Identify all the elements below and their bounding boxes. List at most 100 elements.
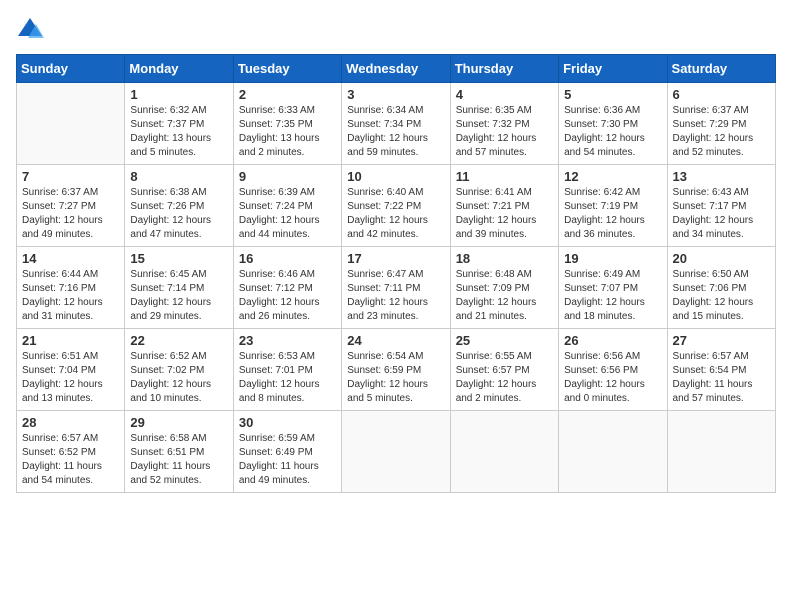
calendar-day-cell: 7 Sunrise: 6:37 AM Sunset: 7:27 PM Daylig… <box>17 165 125 247</box>
page-header <box>16 16 776 44</box>
day-number: 20 <box>673 251 770 266</box>
calendar-day-cell <box>450 411 558 493</box>
calendar-day-cell <box>667 411 775 493</box>
day-number: 26 <box>564 333 661 348</box>
day-info: Sunrise: 6:44 AM Sunset: 7:16 PM Dayligh… <box>22 268 119 324</box>
day-number: 11 <box>456 169 553 184</box>
calendar-day-cell: 24 Sunrise: 6:54 AM Sunset: 6:59 PM Dayli… <box>342 329 450 411</box>
day-info: Sunrise: 6:57 AM Sunset: 6:54 PM Dayligh… <box>673 350 770 406</box>
day-info: Sunrise: 6:32 AM Sunset: 7:37 PM Dayligh… <box>130 104 227 160</box>
day-number: 18 <box>456 251 553 266</box>
calendar-day-cell: 1 Sunrise: 6:32 AM Sunset: 7:37 PM Daylig… <box>125 83 233 165</box>
day-info: Sunrise: 6:40 AM Sunset: 7:22 PM Dayligh… <box>347 186 444 242</box>
day-number: 30 <box>239 415 336 430</box>
logo <box>16 16 48 44</box>
logo-icon <box>16 16 44 44</box>
day-info: Sunrise: 6:46 AM Sunset: 7:12 PM Dayligh… <box>239 268 336 324</box>
calendar-day-cell: 10 Sunrise: 6:40 AM Sunset: 7:22 PM Dayli… <box>342 165 450 247</box>
day-info: Sunrise: 6:39 AM Sunset: 7:24 PM Dayligh… <box>239 186 336 242</box>
day-number: 16 <box>239 251 336 266</box>
calendar-day-cell: 6 Sunrise: 6:37 AM Sunset: 7:29 PM Daylig… <box>667 83 775 165</box>
calendar-day-cell: 16 Sunrise: 6:46 AM Sunset: 7:12 PM Dayli… <box>233 247 341 329</box>
day-number: 29 <box>130 415 227 430</box>
day-info: Sunrise: 6:35 AM Sunset: 7:32 PM Dayligh… <box>456 104 553 160</box>
calendar-day-cell: 28 Sunrise: 6:57 AM Sunset: 6:52 PM Dayli… <box>17 411 125 493</box>
calendar-day-cell: 27 Sunrise: 6:57 AM Sunset: 6:54 PM Dayli… <box>667 329 775 411</box>
calendar-day-cell <box>342 411 450 493</box>
calendar-day-cell: 30 Sunrise: 6:59 AM Sunset: 6:49 PM Dayli… <box>233 411 341 493</box>
calendar-day-cell: 12 Sunrise: 6:42 AM Sunset: 7:19 PM Dayli… <box>559 165 667 247</box>
calendar-week-row: 14 Sunrise: 6:44 AM Sunset: 7:16 PM Dayli… <box>17 247 776 329</box>
day-info: Sunrise: 6:58 AM Sunset: 6:51 PM Dayligh… <box>130 432 227 488</box>
calendar-day-cell <box>17 83 125 165</box>
day-info: Sunrise: 6:45 AM Sunset: 7:14 PM Dayligh… <box>130 268 227 324</box>
day-info: Sunrise: 6:48 AM Sunset: 7:09 PM Dayligh… <box>456 268 553 324</box>
day-info: Sunrise: 6:38 AM Sunset: 7:26 PM Dayligh… <box>130 186 227 242</box>
day-number: 17 <box>347 251 444 266</box>
calendar-day-cell: 5Sunrise: 6:36 AM Sunset: 7:30 PM Daylig… <box>559 83 667 165</box>
calendar-day-cell: 20 Sunrise: 6:50 AM Sunset: 7:06 PM Dayli… <box>667 247 775 329</box>
day-info: Sunrise: 6:34 AM Sunset: 7:34 PM Dayligh… <box>347 104 444 160</box>
calendar-day-cell: 17 Sunrise: 6:47 AM Sunset: 7:11 PM Dayli… <box>342 247 450 329</box>
calendar-day-cell: 15 Sunrise: 6:45 AM Sunset: 7:14 PM Dayli… <box>125 247 233 329</box>
calendar-week-row: 7 Sunrise: 6:37 AM Sunset: 7:27 PM Daylig… <box>17 165 776 247</box>
weekday-header: Monday <box>125 55 233 83</box>
calendar-day-cell: 22Sunrise: 6:52 AM Sunset: 7:02 PM Dayli… <box>125 329 233 411</box>
day-info: Sunrise: 6:53 AM Sunset: 7:01 PM Dayligh… <box>239 350 336 406</box>
day-info: Sunrise: 6:37 AM Sunset: 7:27 PM Dayligh… <box>22 186 119 242</box>
calendar-week-row: 1 Sunrise: 6:32 AM Sunset: 7:37 PM Daylig… <box>17 83 776 165</box>
calendar-week-row: 28 Sunrise: 6:57 AM Sunset: 6:52 PM Dayli… <box>17 411 776 493</box>
day-info: Sunrise: 6:54 AM Sunset: 6:59 PM Dayligh… <box>347 350 444 406</box>
calendar-day-cell: 29 Sunrise: 6:58 AM Sunset: 6:51 PM Dayli… <box>125 411 233 493</box>
day-info: Sunrise: 6:41 AM Sunset: 7:21 PM Dayligh… <box>456 186 553 242</box>
day-info: Sunrise: 6:43 AM Sunset: 7:17 PM Dayligh… <box>673 186 770 242</box>
day-number: 10 <box>347 169 444 184</box>
weekday-header: Thursday <box>450 55 558 83</box>
day-number: 15 <box>130 251 227 266</box>
day-number: 24 <box>347 333 444 348</box>
weekday-header: Sunday <box>17 55 125 83</box>
day-info: Sunrise: 6:50 AM Sunset: 7:06 PM Dayligh… <box>673 268 770 324</box>
day-number: 27 <box>673 333 770 348</box>
day-info: Sunrise: 6:59 AM Sunset: 6:49 PM Dayligh… <box>239 432 336 488</box>
day-info: Sunrise: 6:51 AM Sunset: 7:04 PM Dayligh… <box>22 350 119 406</box>
day-number: 6 <box>673 87 770 102</box>
calendar-day-cell: 25Sunrise: 6:55 AM Sunset: 6:57 PM Dayli… <box>450 329 558 411</box>
day-number: 9 <box>239 169 336 184</box>
calendar-day-cell: 19 Sunrise: 6:49 AM Sunset: 7:07 PM Dayli… <box>559 247 667 329</box>
day-number: 12 <box>564 169 661 184</box>
day-info: Sunrise: 6:36 AM Sunset: 7:30 PM Dayligh… <box>564 104 661 160</box>
calendar-day-cell <box>559 411 667 493</box>
day-info: Sunrise: 6:42 AM Sunset: 7:19 PM Dayligh… <box>564 186 661 242</box>
calendar-day-cell: 11 Sunrise: 6:41 AM Sunset: 7:21 PM Dayli… <box>450 165 558 247</box>
day-info: Sunrise: 6:47 AM Sunset: 7:11 PM Dayligh… <box>347 268 444 324</box>
calendar-week-row: 21 Sunrise: 6:51 AM Sunset: 7:04 PM Dayli… <box>17 329 776 411</box>
weekday-header: Tuesday <box>233 55 341 83</box>
day-info: Sunrise: 6:57 AM Sunset: 6:52 PM Dayligh… <box>22 432 119 488</box>
day-number: 23 <box>239 333 336 348</box>
calendar-day-cell: 8 Sunrise: 6:38 AM Sunset: 7:26 PM Daylig… <box>125 165 233 247</box>
day-number: 13 <box>673 169 770 184</box>
day-number: 4 <box>456 87 553 102</box>
calendar-day-cell: 4 Sunrise: 6:35 AM Sunset: 7:32 PM Daylig… <box>450 83 558 165</box>
day-info: Sunrise: 6:55 AM Sunset: 6:57 PM Dayligh… <box>456 350 553 406</box>
day-info: Sunrise: 6:33 AM Sunset: 7:35 PM Dayligh… <box>239 104 336 160</box>
calendar-day-cell: 13 Sunrise: 6:43 AM Sunset: 7:17 PM Dayli… <box>667 165 775 247</box>
day-number: 19 <box>564 251 661 266</box>
day-number: 7 <box>22 169 119 184</box>
day-number: 14 <box>22 251 119 266</box>
calendar-day-cell: 18 Sunrise: 6:48 AM Sunset: 7:09 PM Dayli… <box>450 247 558 329</box>
weekday-header: Wednesday <box>342 55 450 83</box>
day-number: 8 <box>130 169 227 184</box>
day-info: Sunrise: 6:37 AM Sunset: 7:29 PM Dayligh… <box>673 104 770 160</box>
calendar-day-cell: 21 Sunrise: 6:51 AM Sunset: 7:04 PM Dayli… <box>17 329 125 411</box>
calendar-day-cell: 23 Sunrise: 6:53 AM Sunset: 7:01 PM Dayli… <box>233 329 341 411</box>
day-number: 3 <box>347 87 444 102</box>
day-info: Sunrise: 6:49 AM Sunset: 7:07 PM Dayligh… <box>564 268 661 324</box>
day-number: 21 <box>22 333 119 348</box>
day-number: 28 <box>22 415 119 430</box>
day-info: Sunrise: 6:52 AM Sunset: 7:02 PM Dayligh… <box>130 350 227 406</box>
weekday-header: Saturday <box>667 55 775 83</box>
day-number: 1 <box>130 87 227 102</box>
calendar-day-cell: 3 Sunrise: 6:34 AM Sunset: 7:34 PM Daylig… <box>342 83 450 165</box>
